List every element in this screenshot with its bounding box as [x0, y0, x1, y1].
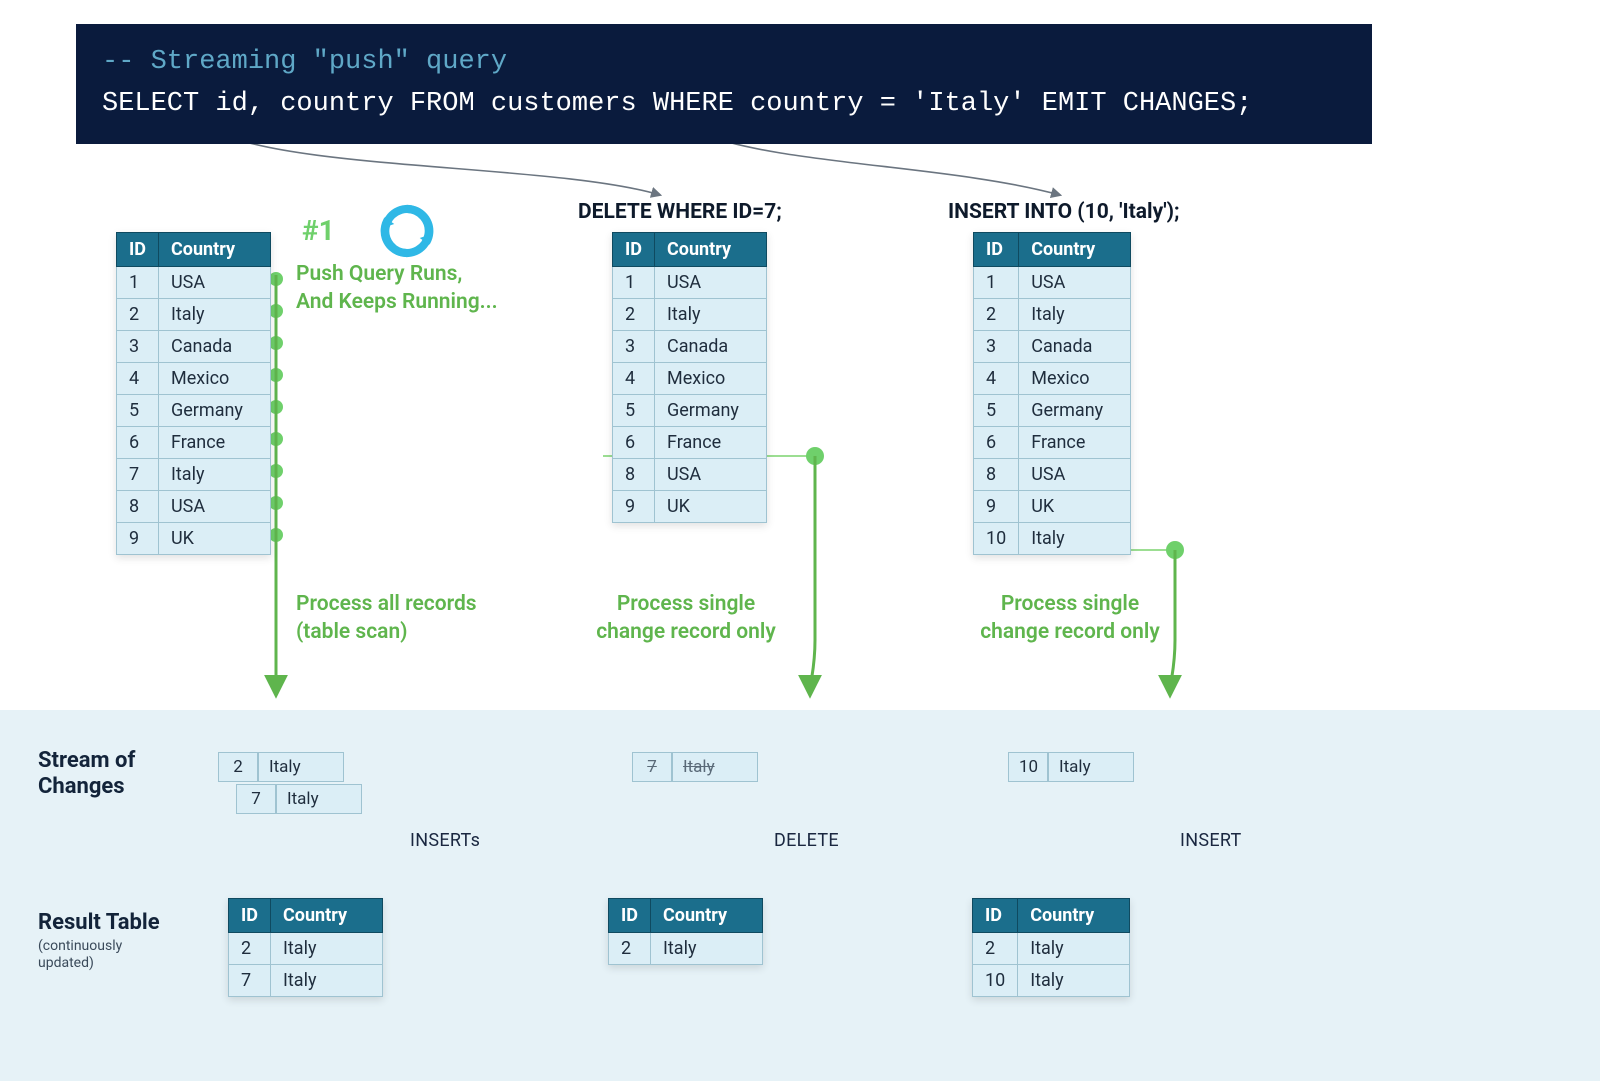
op-label-insert: INSERT [1180, 830, 1242, 851]
stage-title-delete: DELETE WHERE ID=7; [578, 200, 782, 224]
stream-record-deleted: 7Italy [632, 752, 758, 782]
op-label-inserts: INSERTs [410, 830, 480, 851]
table-row: 5Germany [117, 395, 271, 427]
table-row: 4Mexico [117, 363, 271, 395]
process-caption-all: Process all records (table scan) [296, 590, 477, 647]
table-row: 5Germany [974, 395, 1131, 427]
result-table-c: IDCountry 2Italy 10Italy [972, 898, 1130, 997]
table-row: 8USA [117, 491, 271, 523]
table-row: 5Germany [613, 395, 767, 427]
refresh-icon [378, 202, 436, 260]
table-row: 8USA [613, 459, 767, 491]
process-caption-single-1: Process single change record only [576, 590, 796, 647]
result-table-b: IDCountry 2Italy [608, 898, 763, 965]
step-number-badge: #1 [302, 214, 335, 247]
sql-comment: -- Streaming "push" query [102, 47, 507, 77]
row-dots [269, 272, 283, 542]
sql-code-block: -- Streaming "push" query SELECT id, cou… [76, 24, 1372, 144]
table-row: 4Mexico [974, 363, 1131, 395]
source-table-after-delete: IDCountry 1USA 2Italy 3Canada 4Mexico 5G… [612, 232, 767, 523]
source-table-after-insert: IDCountry 1USA 2Italy 3Canada 4Mexico 5G… [973, 232, 1131, 555]
table-row: 2Italy [613, 299, 767, 331]
result-table-label: Result Table (continuously updated) [38, 910, 160, 972]
table-row: 3Canada [974, 331, 1131, 363]
table-row: 7Italy [229, 965, 383, 997]
process-caption-single-2: Process single change record only [960, 590, 1180, 647]
stream-record: 10Italy [1008, 752, 1134, 782]
table-row: 1USA [613, 267, 767, 299]
table-row: 9UK [613, 491, 767, 523]
stream-record: 2Italy [218, 752, 344, 782]
table-row: 1USA [117, 267, 271, 299]
table-row: 10Italy [973, 965, 1130, 997]
table-row: 1USA [974, 267, 1131, 299]
op-label-delete: DELETE [774, 830, 839, 851]
table-row: 6France [974, 427, 1131, 459]
result-table-a: IDCountry 2Italy 7Italy [228, 898, 383, 997]
table-row: 10Italy [974, 523, 1131, 555]
table-row: 2Italy [973, 933, 1130, 965]
table-row: 9UK [974, 491, 1131, 523]
stage-title-insert: INSERT INTO (10, 'Italy'); [948, 200, 1180, 224]
table-row: 9UK [117, 523, 271, 555]
source-table-initial: IDCountry 1USA 2Italy 3Canada 4Mexico 5G… [116, 232, 271, 555]
table-row: 6France [117, 427, 271, 459]
table-row: 8USA [974, 459, 1131, 491]
step-caption: Push Query Runs, And Keeps Running... [296, 260, 498, 317]
stream-record: 7Italy [236, 784, 362, 814]
table-row: 2Italy [974, 299, 1131, 331]
sql-statement: SELECT id, country FROM customers WHERE … [102, 89, 1252, 119]
table-row: 3Canada [613, 331, 767, 363]
stream-of-changes-label: Stream of Changes [38, 748, 135, 801]
table-row: 4Mexico [613, 363, 767, 395]
table-row: 2Italy [117, 299, 271, 331]
table-row: 3Canada [117, 331, 271, 363]
table-row: 7Italy [117, 459, 271, 491]
table-row: 2Italy [609, 933, 763, 965]
table-row: 2Italy [229, 933, 383, 965]
table-row: 6France [613, 427, 767, 459]
